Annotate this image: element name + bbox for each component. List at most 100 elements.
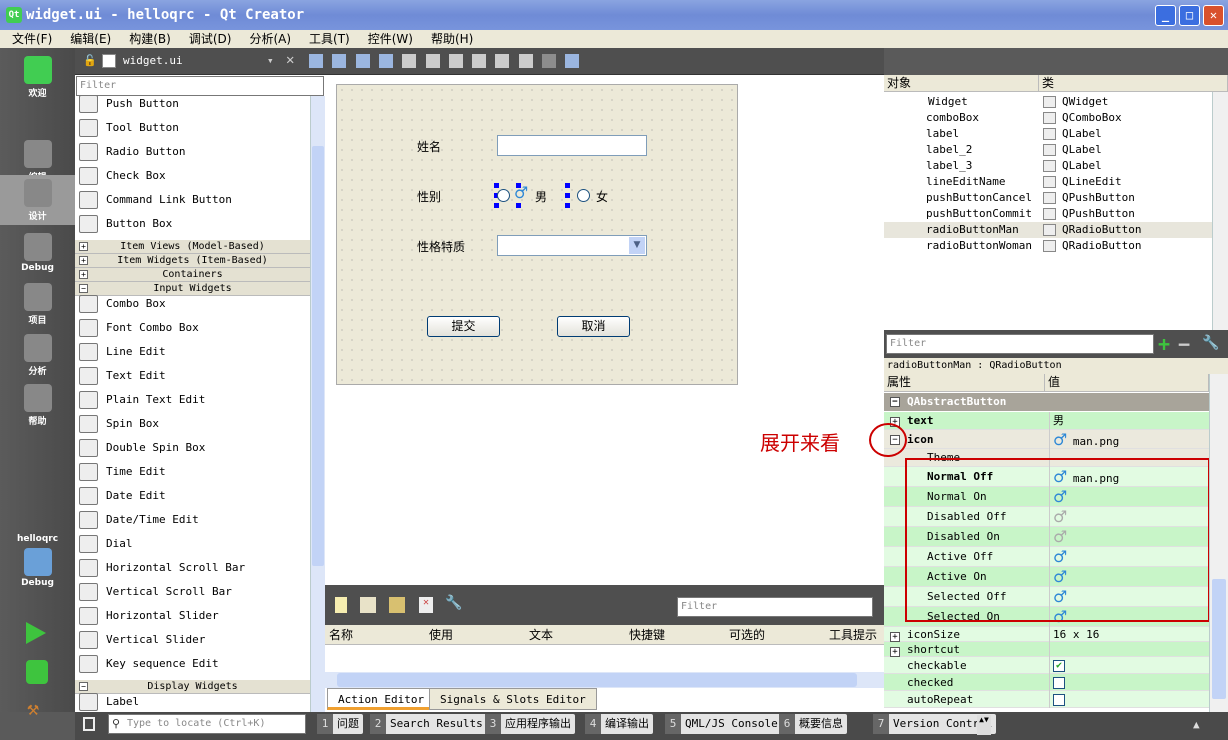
output-pane-6[interactable]: 6 概要信息: [779, 714, 847, 734]
action-hscrollbar[interactable]: [325, 672, 884, 688]
mode-qt-logo[interactable]: 欢迎: [0, 52, 75, 102]
expand-icon[interactable]: +: [890, 647, 900, 657]
object-row[interactable]: radioButtonMan QRadioButton: [884, 222, 1212, 238]
object-row[interactable]: pushButtonCommit QPushButton: [884, 206, 1212, 222]
output-pane-5[interactable]: 5 QML/JS Console: [665, 714, 782, 734]
object-row[interactable]: comboBox QComboBox: [884, 110, 1212, 126]
expand-icon[interactable]: +: [79, 270, 88, 279]
property-row-checked[interactable]: checked: [884, 674, 1209, 691]
close-document-icon[interactable]: ✕: [286, 52, 294, 68]
output-pane-1[interactable]: 1 问题: [317, 714, 363, 734]
object-row[interactable]: label_3 QLabel: [884, 158, 1212, 174]
wrench-icon[interactable]: 🔧: [445, 595, 462, 611]
menu-item-7[interactable]: 帮助(H): [431, 32, 473, 46]
widget-item[interactable]: Tool Button: [75, 116, 310, 140]
mode-debug[interactable]: Debug: [0, 229, 75, 279]
edit-buddies-icon[interactable]: [355, 54, 370, 68]
column-header[interactable]: 文本: [529, 625, 553, 645]
expand-icon[interactable]: +: [890, 632, 900, 642]
menu-item-1[interactable]: 编辑(E): [70, 32, 111, 46]
widget-item[interactable]: Date/Time Edit: [75, 508, 310, 532]
wrench-icon[interactable]: 🔧: [1202, 335, 1219, 351]
mode-help[interactable]: 帮助: [0, 380, 75, 430]
layout-grid-icon[interactable]: [518, 54, 533, 68]
object-row[interactable]: radioButtonWoman QRadioButton: [884, 238, 1212, 254]
property-value[interactable]: ♂ man.png: [1049, 430, 1209, 449]
minimize-button[interactable]: _: [1155, 5, 1176, 26]
layout-vertical-icon[interactable]: [425, 54, 440, 68]
column-header[interactable]: 可选的: [729, 625, 765, 645]
edit-tab-order-icon[interactable]: [378, 54, 393, 68]
output-pane-4[interactable]: 4 编译输出: [585, 714, 653, 734]
widget-item[interactable]: Check Box: [75, 164, 310, 188]
add-property-icon[interactable]: +: [1158, 332, 1170, 356]
property-value[interactable]: [1049, 674, 1209, 691]
column-header[interactable]: 名称: [329, 625, 353, 645]
edit-signals-icon[interactable]: [332, 54, 347, 68]
remove-property-icon[interactable]: −: [1178, 332, 1190, 356]
layout-vsplitter-icon[interactable]: [472, 54, 487, 68]
layout-form-icon[interactable]: [495, 54, 510, 68]
action-filter-input[interactable]: Filter: [677, 597, 873, 617]
tab-signals-slots[interactable]: Signals & Slots Editor: [429, 688, 597, 710]
debug-run-icon[interactable]: [26, 660, 48, 684]
widget-item[interactable]: Text Edit: [75, 364, 310, 388]
radio-male[interactable]: [497, 189, 510, 202]
category-containers[interactable]: + Containers: [75, 268, 310, 282]
target-selector[interactable]: helloqrc Debug: [0, 534, 75, 594]
chevron-up-icon[interactable]: ▲: [1193, 718, 1200, 731]
open-file-selector[interactable]: widget.ui: [123, 54, 183, 67]
property-value[interactable]: ✔: [1049, 657, 1209, 674]
expand-icon[interactable]: +: [79, 256, 88, 265]
property-row-shortcut[interactable]: + shortcut: [884, 642, 1209, 657]
widget-item[interactable]: Vertical Scroll Bar: [75, 580, 310, 604]
name-line-edit[interactable]: [497, 135, 647, 156]
chevron-down-icon[interactable]: ▼: [629, 237, 645, 254]
widget-item[interactable]: Horizontal Scroll Bar: [75, 556, 310, 580]
column-header[interactable]: 快捷键: [629, 625, 665, 645]
locator-input[interactable]: Type to locate (Ctrl+K): [108, 714, 306, 734]
paste-action-icon[interactable]: [389, 597, 405, 613]
column-header[interactable]: 工具提示: [829, 625, 877, 645]
widget-item[interactable]: Combo Box: [75, 292, 310, 316]
cancel-button[interactable]: 取消: [557, 316, 630, 337]
object-row[interactable]: Widget QWidget: [884, 94, 1212, 110]
category-item-widgets-item-based-[interactable]: + Item Widgets (Item-Based): [75, 254, 310, 268]
widget-item[interactable]: Double Spin Box: [75, 436, 310, 460]
output-pane-2[interactable]: 2 Search Results: [370, 714, 487, 734]
copy-action-icon[interactable]: [360, 597, 376, 613]
checkbox[interactable]: [1053, 694, 1065, 706]
object-row[interactable]: label_2 QLabel: [884, 142, 1212, 158]
property-value[interactable]: 男: [1049, 412, 1209, 430]
widget-item[interactable]: Time Edit: [75, 460, 310, 484]
mode-project[interactable]: 项目: [0, 279, 75, 329]
widget-item[interactable]: Label: [75, 690, 310, 712]
pane-scroll-button[interactable]: ▲▼: [977, 715, 991, 735]
expand-icon[interactable]: +: [79, 242, 88, 251]
widget-filter-input[interactable]: Filter: [76, 76, 324, 96]
widget-item[interactable]: Date Edit: [75, 484, 310, 508]
radio-female[interactable]: [577, 189, 590, 202]
adjust-size-icon[interactable]: [565, 54, 580, 68]
object-row[interactable]: pushButtonCancel QPushButton: [884, 190, 1212, 206]
category-item-views-model-based-[interactable]: + Item Views (Model-Based): [75, 240, 310, 254]
menu-item-2[interactable]: 构建(B): [129, 32, 171, 46]
checkbox[interactable]: ✔: [1053, 660, 1065, 672]
output-pane-3[interactable]: 3 应用程序输出: [485, 714, 575, 734]
widget-item[interactable]: Font Combo Box: [75, 316, 310, 340]
maximize-button[interactable]: □: [1179, 5, 1200, 26]
toggle-sidebar-icon[interactable]: [83, 717, 95, 731]
widget-item[interactable]: Button Box: [75, 212, 310, 236]
widget-item[interactable]: Horizontal Slider: [75, 604, 310, 628]
widget-item[interactable]: Push Button: [75, 96, 310, 116]
widget-item[interactable]: Spin Box: [75, 412, 310, 436]
mode-design[interactable]: 设计: [0, 175, 75, 225]
property-row-iconsize[interactable]: + iconSize 16 x 16: [884, 627, 1209, 642]
edit-widgets-icon[interactable]: [309, 54, 323, 68]
menu-item-5[interactable]: 工具(T): [309, 32, 350, 46]
chevron-down-icon[interactable]: ▾: [267, 54, 274, 67]
object-row[interactable]: lineEditName QLineEdit: [884, 174, 1212, 190]
property-value[interactable]: [1049, 642, 1209, 657]
menu-item-4[interactable]: 分析(A): [249, 32, 291, 46]
form-widget[interactable]: 姓名 性别 ♂ 男 女 性格特质 ▼ 提交 取消: [336, 84, 738, 385]
